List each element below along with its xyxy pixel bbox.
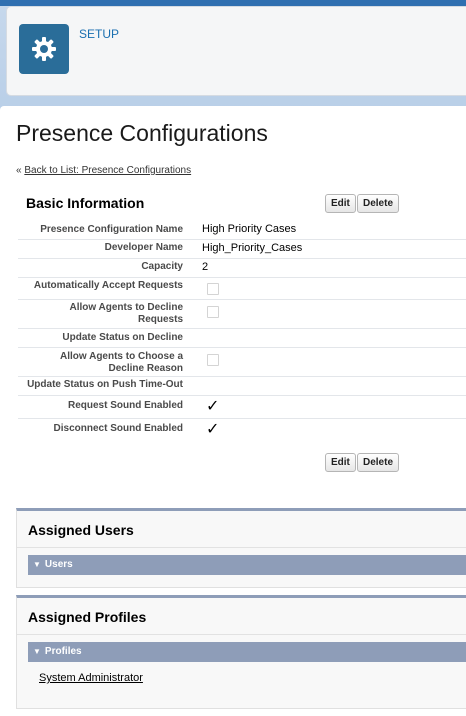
field-label: Presence Configuration Name bbox=[40, 224, 183, 235]
field-row-request-sound: Request Sound Enabled ✓ bbox=[18, 395, 466, 419]
auto-accept-checkbox bbox=[207, 283, 219, 295]
field-row-choose-decline-reason: Allow Agents to Choose a Decline Reason bbox=[18, 347, 466, 377]
users-section-label: Users bbox=[44, 559, 73, 570]
field-row-developer-name: Developer Name High_Priority_Cases bbox=[18, 239, 466, 259]
setup-header: SETUP bbox=[6, 6, 466, 96]
field-label: Request Sound Enabled bbox=[67, 400, 183, 411]
field-row-capacity: Capacity 2 bbox=[18, 258, 466, 278]
setup-label[interactable]: SETUP bbox=[79, 27, 119, 41]
basic-information-title: Basic Information bbox=[26, 195, 145, 211]
breadcrumb: « Back to List: Presence Configurations bbox=[16, 165, 191, 176]
delete-button-bottom[interactable]: Delete bbox=[357, 453, 400, 472]
divider bbox=[17, 547, 466, 548]
assigned-profiles-title: Assigned Profiles bbox=[28, 609, 147, 625]
delete-button-top[interactable]: Delete bbox=[357, 194, 400, 213]
allow-decline-checkbox bbox=[207, 306, 219, 318]
divider bbox=[17, 634, 466, 635]
back-prefix: « bbox=[16, 165, 22, 176]
field-value: 2 bbox=[202, 261, 209, 273]
field-row-auto-accept: Automatically Accept Requests bbox=[18, 277, 466, 300]
field-label: Update Status on Decline bbox=[62, 332, 183, 343]
edit-button-bottom[interactable]: Edit bbox=[325, 453, 356, 472]
profiles-section-toggle[interactable]: ▼ Profiles bbox=[28, 642, 466, 662]
users-section-toggle[interactable]: ▼ Users bbox=[28, 555, 466, 575]
page-title: Presence Configurations bbox=[16, 120, 268, 146]
field-label: Developer Name bbox=[104, 242, 183, 253]
field-row-status-on-decline: Update Status on Decline bbox=[18, 328, 466, 348]
main-content: Presence Configurations « Back to List: … bbox=[0, 106, 466, 716]
assigned-profiles-panel: Assigned Profiles ▼ Profiles System Admin… bbox=[16, 595, 466, 709]
field-row-status-push-timeout: Update Status on Push Time-Out bbox=[18, 376, 466, 396]
field-label: Capacity bbox=[141, 261, 183, 272]
field-label: Disconnect Sound Enabled bbox=[53, 423, 183, 434]
choose-decline-reason-checkbox bbox=[207, 354, 219, 366]
request-sound-check-icon: ✓ bbox=[206, 398, 220, 415]
triangle-down-icon: ▼ bbox=[33, 647, 41, 656]
triangle-down-icon: ▼ bbox=[33, 560, 41, 569]
assigned-users-title: Assigned Users bbox=[28, 522, 134, 538]
field-label: Allow Agents to Decline Requests bbox=[69, 302, 183, 325]
edit-button-top[interactable]: Edit bbox=[325, 194, 356, 213]
field-label: Automatically Accept Requests bbox=[33, 280, 183, 291]
field-row-disconnect-sound: Disconnect Sound Enabled ✓ bbox=[18, 418, 466, 441]
field-row-allow-decline: Allow Agents to Decline Requests bbox=[18, 299, 466, 329]
disconnect-sound-check-icon: ✓ bbox=[206, 421, 220, 438]
field-value: High_Priority_Cases bbox=[202, 242, 303, 254]
field-row-config-name: Presence Configuration Name High Priorit… bbox=[18, 221, 466, 240]
assigned-users-panel: Assigned Users ▼ Users bbox=[16, 508, 466, 588]
field-label: Allow Agents to Choose a Decline Reason bbox=[60, 351, 183, 374]
field-value: High Priority Cases bbox=[202, 223, 297, 235]
setup-icon-tile[interactable] bbox=[19, 24, 69, 74]
back-to-list-link[interactable]: Back to List: Presence Configurations bbox=[24, 165, 191, 176]
field-label: Update Status on Push Time-Out bbox=[27, 379, 183, 390]
profile-link-system-administrator[interactable]: System Administrator bbox=[39, 672, 143, 684]
profiles-section-label: Profiles bbox=[44, 646, 82, 657]
gear-icon bbox=[32, 37, 56, 61]
